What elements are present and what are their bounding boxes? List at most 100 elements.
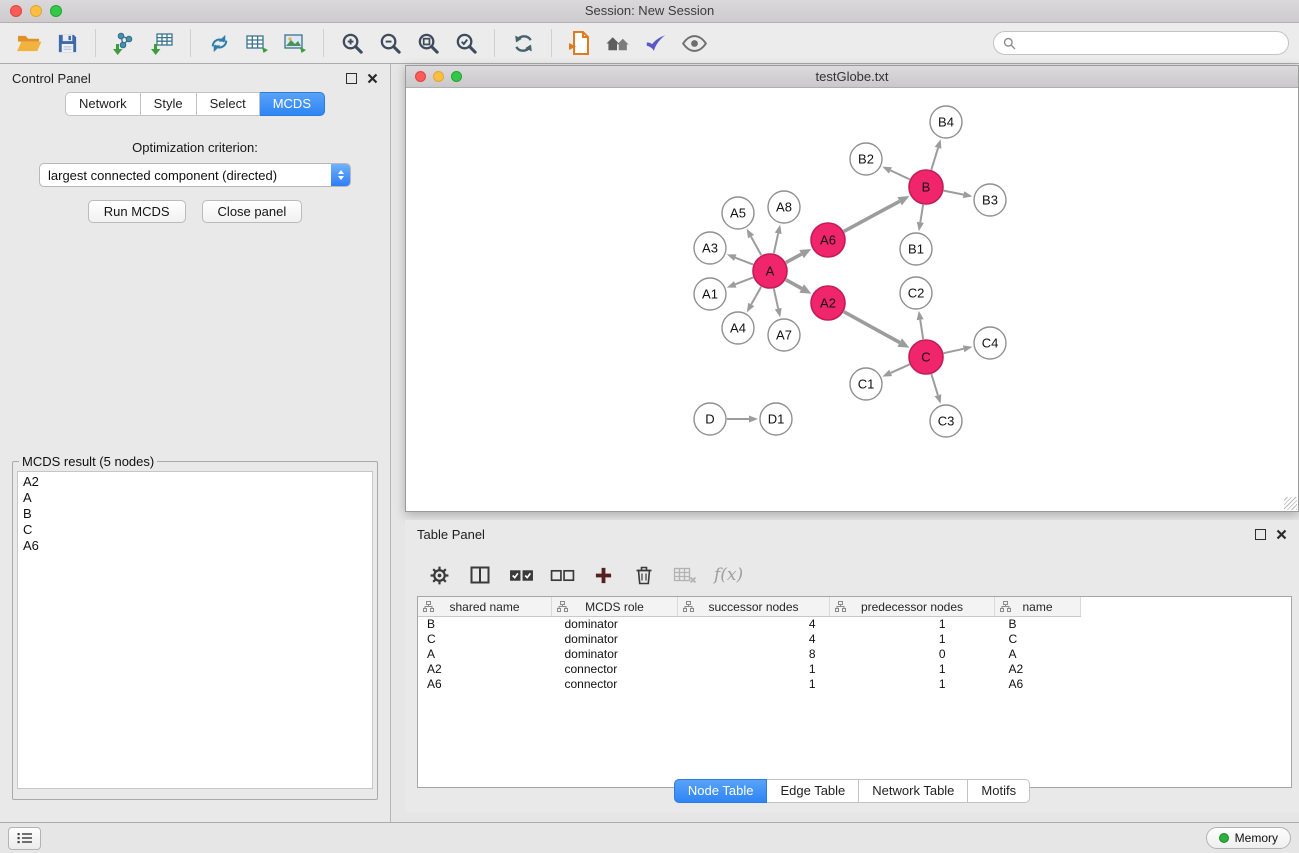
- graph-node-B[interactable]: B: [909, 170, 943, 204]
- graph-edge[interactable]: [917, 205, 924, 231]
- graph-node-C4[interactable]: C4: [974, 327, 1006, 359]
- tab-network[interactable]: Network: [65, 92, 141, 116]
- graph-edge[interactable]: [774, 225, 782, 254]
- deselect-all-button[interactable]: [546, 560, 578, 590]
- float-table-panel-icon[interactable]: [1255, 529, 1266, 540]
- resize-grip[interactable]: [1284, 497, 1297, 510]
- help-button[interactable]: [637, 26, 675, 60]
- mcds-result-item[interactable]: A6: [18, 538, 372, 554]
- graph-edge[interactable]: [917, 311, 924, 339]
- import-network-button[interactable]: [105, 26, 143, 60]
- graph-edge[interactable]: [844, 196, 910, 231]
- graph-edge[interactable]: [727, 254, 753, 264]
- graph-node-A4[interactable]: A4: [722, 312, 754, 344]
- graph-node-A5[interactable]: A5: [722, 197, 754, 229]
- table-row[interactable]: A6connector11A6: [418, 677, 1292, 692]
- graph-node-B4[interactable]: B4: [930, 106, 962, 138]
- zoom-window-button[interactable]: [50, 5, 62, 17]
- column-header-predecessor-nodes[interactable]: predecessor nodes: [830, 597, 995, 617]
- graph-edge[interactable]: [786, 280, 812, 294]
- graph-edge[interactable]: [882, 364, 909, 376]
- close-window-button[interactable]: [10, 5, 22, 17]
- graph-edge[interactable]: [844, 312, 910, 348]
- table-row[interactable]: Cdominator41C: [418, 632, 1292, 647]
- export-table-button[interactable]: [238, 26, 276, 60]
- graph-edge[interactable]: [944, 345, 973, 353]
- tab-select[interactable]: Select: [197, 92, 260, 116]
- tab-node-table[interactable]: Node Table: [674, 779, 768, 803]
- table-row[interactable]: A2connector11A2: [418, 662, 1292, 677]
- network-share-button[interactable]: [200, 26, 238, 60]
- minimize-window-button[interactable]: [30, 5, 42, 17]
- graph-edge[interactable]: [774, 289, 782, 318]
- graph-node-A7[interactable]: A7: [768, 319, 800, 351]
- graph-node-B2[interactable]: B2: [850, 143, 882, 175]
- tab-motifs[interactable]: Motifs: [968, 779, 1030, 803]
- zoom-fit-button[interactable]: [409, 26, 447, 60]
- graph-edge[interactable]: [727, 277, 753, 287]
- mcds-result-item[interactable]: C: [18, 522, 372, 538]
- graph-node-A2[interactable]: A2: [811, 286, 845, 320]
- graph-node-B3[interactable]: B3: [974, 184, 1006, 216]
- search-field[interactable]: [993, 31, 1289, 55]
- table-row[interactable]: Adominator80A: [418, 647, 1292, 662]
- zoom-network-window-button[interactable]: [451, 71, 462, 82]
- graph-edge[interactable]: [882, 167, 909, 180]
- graph-node-C1[interactable]: C1: [850, 368, 882, 400]
- zoom-selected-button[interactable]: [447, 26, 485, 60]
- column-header-MCDS-role[interactable]: MCDS role: [552, 597, 678, 617]
- minimize-network-window-button[interactable]: [433, 71, 444, 82]
- home-button[interactable]: [599, 26, 637, 60]
- save-session-button[interactable]: [48, 26, 86, 60]
- graph-edge[interactable]: [747, 287, 761, 313]
- graph-node-D1[interactable]: D1: [760, 403, 792, 435]
- graph-edge[interactable]: [944, 191, 973, 199]
- optimization-criterion-select[interactable]: largest connected component (directed): [39, 163, 351, 187]
- mcds-result-item[interactable]: A2: [18, 474, 372, 490]
- graph-edge[interactable]: [931, 374, 941, 404]
- float-panel-icon[interactable]: [346, 73, 357, 84]
- task-history-button[interactable]: [8, 827, 41, 850]
- open-session-button[interactable]: [10, 26, 48, 60]
- column-header-name[interactable]: name: [995, 597, 1081, 617]
- graph-node-A8[interactable]: A8: [768, 191, 800, 223]
- graph-node-C3[interactable]: C3: [930, 405, 962, 437]
- memory-button[interactable]: Memory: [1206, 827, 1291, 849]
- table-settings-button[interactable]: [423, 560, 455, 590]
- close-panel-button[interactable]: Close panel: [202, 200, 303, 223]
- tab-network-table[interactable]: Network Table: [859, 779, 968, 803]
- zoom-in-button[interactable]: [333, 26, 371, 60]
- mcds-result-item[interactable]: B: [18, 506, 372, 522]
- column-header-successor-nodes[interactable]: successor nodes: [678, 597, 830, 617]
- mcds-result-list[interactable]: A2ABCA6: [17, 471, 373, 789]
- graph-edge[interactable]: [786, 249, 811, 263]
- export-image-button[interactable]: [276, 26, 314, 60]
- table-row[interactable]: Bdominator41B: [418, 617, 1292, 633]
- tab-edge-table[interactable]: Edge Table: [767, 779, 859, 803]
- network-window-titlebar[interactable]: testGlobe.txt: [406, 66, 1298, 88]
- graph-node-A1[interactable]: A1: [694, 278, 726, 310]
- refresh-view-button[interactable]: [504, 26, 542, 60]
- close-panel-icon[interactable]: [367, 73, 378, 84]
- graph-node-C2[interactable]: C2: [900, 277, 932, 309]
- delete-column-button[interactable]: [628, 560, 660, 590]
- graph-node-C[interactable]: C: [909, 340, 943, 374]
- tab-style[interactable]: Style: [141, 92, 197, 116]
- search-input[interactable]: [1022, 35, 1279, 52]
- graph-edge[interactable]: [727, 416, 758, 423]
- tab-mcds[interactable]: MCDS: [260, 92, 325, 116]
- graph-edge[interactable]: [747, 229, 762, 255]
- close-table-panel-icon[interactable]: [1276, 529, 1287, 540]
- add-column-button[interactable]: [587, 560, 619, 590]
- graph-node-A3[interactable]: A3: [694, 232, 726, 264]
- network-canvas[interactable]: B4B2BB3A8A5A6A3B1AA1C2A2A4A7C4CC1C3DD1: [406, 88, 1298, 511]
- close-network-window-button[interactable]: [415, 71, 426, 82]
- import-table-button[interactable]: [143, 26, 181, 60]
- graph-node-D[interactable]: D: [694, 403, 726, 435]
- open-document-button[interactable]: [561, 26, 599, 60]
- toggle-visibility-button[interactable]: [675, 26, 713, 60]
- column-header-shared-name[interactable]: shared name: [418, 597, 552, 617]
- show-columns-button[interactable]: [464, 560, 496, 590]
- zoom-out-button[interactable]: [371, 26, 409, 60]
- graph-node-A6[interactable]: A6: [811, 223, 845, 257]
